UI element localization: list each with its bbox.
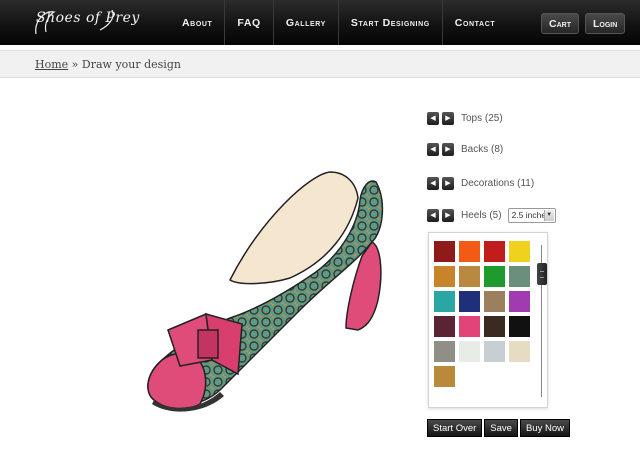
backs-next-button[interactable]: ▶ [442,142,454,156]
material-swatch[interactable] [434,266,455,287]
cart-button[interactable]: Cart [541,13,579,34]
heels-prev-button[interactable]: ◀ [427,208,439,222]
heels-label: Heels (5) [461,209,502,221]
material-swatch[interactable] [457,314,482,339]
material-swatch[interactable] [484,341,505,362]
material-swatch[interactable] [509,291,530,312]
material-swatch[interactable] [484,316,505,337]
swatch-scroll-thumb[interactable] [537,263,547,285]
material-swatch[interactable] [459,341,480,362]
tops-next-button[interactable]: ▶ [442,111,454,125]
breadcrumb: Home » Draw your design [0,50,640,78]
save-button[interactable]: Save [484,419,518,437]
material-swatch[interactable] [459,291,480,312]
decorations-option: ◀ ▶ Decorations (11) [427,176,534,190]
backs-option: ◀ ▶ Backs (8) [427,142,503,156]
decorations-label: Decorations (11) [461,177,535,189]
main-nav: About FAQ Gallery Start Designing Contac… [170,0,507,45]
chevron-down-icon: ▼ [543,209,554,221]
material-swatch[interactable] [484,266,505,287]
heels-next-button[interactable]: ▶ [442,208,454,222]
material-swatch[interactable] [509,316,530,337]
material-swatch[interactable] [434,341,455,362]
nav-faq[interactable]: FAQ [225,0,274,45]
breadcrumb-current: Draw your design [81,58,181,71]
nav-start-designing[interactable]: Start Designing [339,0,443,45]
buy-now-button[interactable]: Buy Now [519,419,570,437]
logo-text[interactable]: Shoes of Prey [36,10,140,26]
start-over-button[interactable]: Start Over [427,419,483,437]
swatch-grid [434,241,530,387]
heel-height-select[interactable]: 2.5 inche ▼ [507,207,556,223]
decorations-prev-button[interactable]: ◀ [427,176,439,190]
material-swatch[interactable] [434,291,455,312]
backs-prev-button[interactable]: ◀ [427,142,439,156]
decorations-next-button[interactable]: ▶ [442,176,454,190]
nav-gallery[interactable]: Gallery [274,0,339,45]
backs-label: Backs (8) [461,143,504,155]
tops-option: ◀ ▶ Tops (25) [427,111,503,125]
material-swatch[interactable] [509,241,530,262]
nav-contact[interactable]: Contact [443,0,507,45]
material-swatch[interactable] [434,316,455,337]
material-swatch[interactable] [484,291,505,312]
material-swatch-panel [428,232,548,408]
design-actions: Start Over Save Buy Now [427,419,570,437]
heels-option: ◀ ▶ Heels (5) 2.5 inche ▼ [427,207,556,223]
breadcrumb-home-link[interactable]: Home [35,58,68,71]
material-swatch[interactable] [459,241,480,262]
tops-label: Tops (25) [461,112,503,124]
material-swatch[interactable] [434,241,455,262]
material-swatch[interactable] [509,266,530,287]
heel-height-value: 2.5 inche [511,210,547,220]
breadcrumb-separator: » [68,58,82,71]
tops-prev-button[interactable]: ◀ [427,111,439,125]
material-swatch[interactable] [509,341,530,362]
top-navigation-bar: Shoes of Prey About FAQ Gallery Start De… [0,0,640,45]
material-swatch[interactable] [434,366,455,387]
login-button[interactable]: Login [585,13,626,34]
nav-about[interactable]: About [170,0,226,45]
shoe-preview [147,171,384,412]
material-swatch[interactable] [484,241,505,262]
material-swatch[interactable] [459,266,480,287]
